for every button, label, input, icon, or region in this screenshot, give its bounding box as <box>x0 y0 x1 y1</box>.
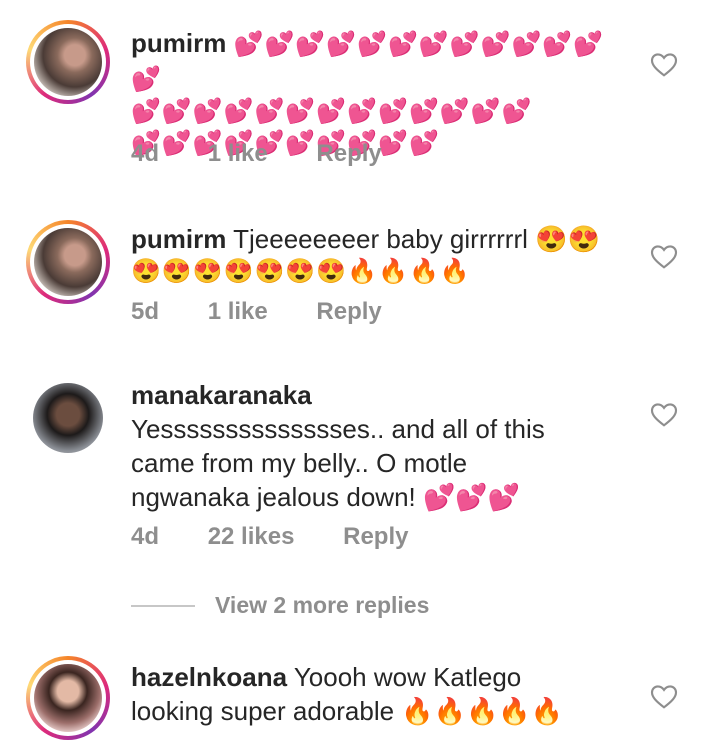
comment-time: 4d <box>131 140 160 167</box>
comment-username[interactable]: hazelnkoana <box>131 662 287 692</box>
comment-content: manakaranaka Yesssssssssssssses.. and al… <box>131 378 571 514</box>
avatar[interactable] <box>33 383 103 453</box>
avatar-story-ring[interactable] <box>26 220 110 304</box>
avatar <box>34 664 102 732</box>
comment-time: 4d <box>131 523 160 550</box>
replies-divider <box>131 604 195 607</box>
comment-text: Yesssssssssssssses.. and all of this cam… <box>131 414 545 512</box>
reply-button[interactable]: Reply <box>343 523 408 550</box>
avatar <box>34 28 102 96</box>
comment-meta: 4d 22 likes Reply <box>131 523 450 551</box>
heart-outline-icon[interactable] <box>648 240 680 272</box>
comment-like-count[interactable]: 1 like <box>208 298 268 325</box>
comment-username[interactable]: pumirm <box>131 224 226 254</box>
comment-emoji-line: 💕💕💕💕💕💕💕💕💕💕💕💕💕 <box>131 98 533 125</box>
comment-meta: 5d 1 like Reply <box>131 298 424 326</box>
comment-emoji-line: 😍😍😍😍😍😍😍🔥🔥🔥🔥 <box>131 258 471 285</box>
comment-time: 5d <box>131 298 160 325</box>
comment-username[interactable]: pumirm <box>131 28 226 58</box>
comment-username[interactable]: manakaranaka <box>131 378 571 412</box>
reply-button[interactable]: Reply <box>316 298 381 325</box>
comment-content: hazelnkoana Yoooh wow Katlego looking su… <box>131 660 601 728</box>
comment-like-count[interactable]: 1 like <box>208 140 268 167</box>
reply-button[interactable]: Reply <box>316 140 381 167</box>
comment-content: pumirm Tjeeeeeeeer baby girrrrrrl 😍😍 😍😍😍… <box>131 222 631 288</box>
heart-outline-icon[interactable] <box>648 398 680 430</box>
view-more-replies-button[interactable]: View 2 more replies <box>131 592 429 619</box>
avatar-story-ring[interactable] <box>26 20 110 104</box>
view-more-replies-label: View 2 more replies <box>215 592 430 618</box>
comment-text: Tjeeeeeeeer baby girrrrrrl 😍😍 <box>233 224 600 254</box>
avatar-story-ring[interactable] <box>26 656 110 740</box>
heart-outline-icon[interactable] <box>648 680 680 712</box>
comment-meta: 4d 1 like Reply <box>131 140 424 168</box>
heart-outline-icon[interactable] <box>648 48 680 80</box>
comment-like-count[interactable]: 22 likes <box>208 523 295 550</box>
avatar <box>34 228 102 296</box>
